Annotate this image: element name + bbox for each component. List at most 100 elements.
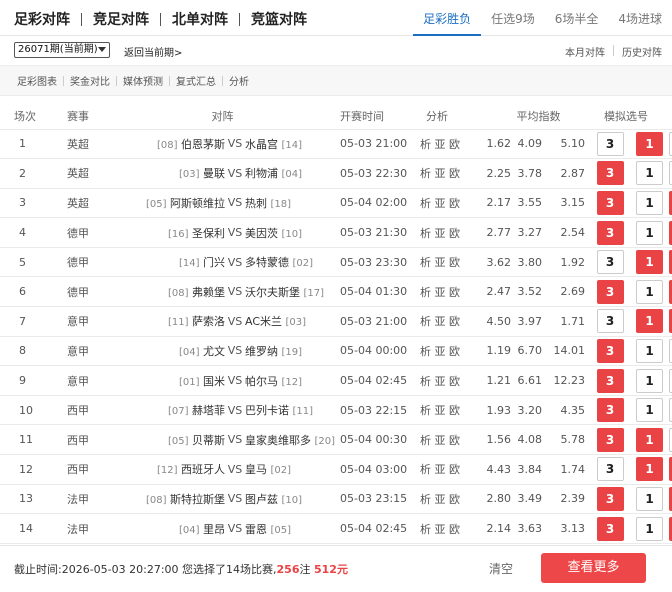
- analysis-links[interactable]: 析 亚 欧: [420, 336, 484, 367]
- pick-button-3[interactable]: 3: [596, 368, 624, 393]
- home-team[interactable]: 国米: [203, 375, 225, 388]
- analysis-links[interactable]: 析 亚 欧: [420, 188, 484, 219]
- pick-button-3[interactable]: 3: [596, 250, 624, 275]
- pick-button-1[interactable]: 1: [636, 457, 664, 482]
- analysis-links[interactable]: 析 亚 欧: [420, 158, 484, 189]
- subnav-multi-summary[interactable]: 复式汇总: [176, 73, 216, 88]
- analysis-links[interactable]: 析 亚 欧: [420, 513, 484, 544]
- pick-button-1[interactable]: 1: [636, 398, 664, 423]
- odds-value: 3.78: [516, 158, 548, 189]
- pick-cell: 3: [590, 247, 631, 278]
- subnav-charts[interactable]: 足彩图表: [17, 73, 57, 88]
- pick-button-3[interactable]: 3: [596, 398, 624, 423]
- pick-button-3[interactable]: 3: [596, 457, 624, 482]
- tab-win-draw-loss[interactable]: 足彩胜负: [413, 0, 482, 36]
- bet-amount: 512元: [314, 563, 348, 576]
- home-team[interactable]: 曼联: [203, 167, 225, 180]
- nav-football-lottery[interactable]: 足彩对阵: [14, 9, 70, 29]
- pick-button-3[interactable]: 3: [596, 161, 624, 186]
- odds-value: 5.10: [547, 129, 591, 160]
- away-team[interactable]: 利物浦: [245, 167, 278, 180]
- analysis-links[interactable]: 析 亚 欧: [420, 306, 484, 337]
- home-team[interactable]: 西班牙人: [181, 463, 225, 476]
- pick-button-1[interactable]: 1: [636, 190, 664, 215]
- pick-button-3[interactable]: 3: [596, 427, 624, 452]
- nav-beidan[interactable]: 北单对阵: [172, 9, 228, 29]
- home-team[interactable]: 弗赖堡: [192, 286, 225, 299]
- pick-button-1[interactable]: 1: [636, 279, 664, 304]
- league-name: 法甲: [67, 484, 117, 515]
- away-team[interactable]: 帕尔马: [245, 375, 278, 388]
- tab-4-goals[interactable]: 4场进球: [608, 0, 672, 36]
- subnav-media-predict[interactable]: 媒体预测: [123, 73, 163, 88]
- pick-button-3[interactable]: 3: [596, 338, 624, 363]
- pick-button-1[interactable]: 1: [636, 161, 664, 186]
- history-matches-link[interactable]: 历史对阵: [622, 44, 662, 59]
- home-team[interactable]: 萨索洛: [192, 315, 225, 328]
- pick-cell: 1: [630, 424, 670, 456]
- away-team[interactable]: 雷恩: [245, 523, 267, 536]
- subnav-analysis[interactable]: 分析: [229, 73, 249, 88]
- home-team[interactable]: 斯特拉斯堡: [170, 493, 225, 506]
- away-team[interactable]: 热刺: [245, 197, 267, 210]
- pick-button-1[interactable]: 1: [636, 309, 664, 334]
- pick-button-1[interactable]: 1: [636, 368, 664, 393]
- analysis-links[interactable]: 析 亚 欧: [420, 424, 484, 456]
- home-team[interactable]: 圣保利: [192, 227, 225, 240]
- pick-button-3[interactable]: 3: [596, 190, 624, 215]
- month-matches-link[interactable]: 本月对阵: [565, 44, 605, 59]
- period-select[interactable]: 26071期(当前期): [14, 42, 110, 58]
- pick-button-3[interactable]: 3: [596, 220, 624, 245]
- away-team[interactable]: 皇马: [245, 463, 267, 476]
- analysis-links[interactable]: 析 亚 欧: [420, 454, 484, 485]
- home-team[interactable]: 贝蒂斯: [192, 434, 225, 447]
- home-team[interactable]: 里昂: [203, 523, 225, 536]
- away-team[interactable]: 沃尔夫斯堡: [245, 286, 300, 299]
- clear-button[interactable]: 清空: [489, 560, 513, 577]
- home-team[interactable]: 阿斯顿维拉: [170, 197, 225, 210]
- analysis-links[interactable]: 析 亚 欧: [420, 129, 484, 160]
- home-team[interactable]: 尤文: [203, 345, 225, 358]
- analysis-links[interactable]: 析 亚 欧: [420, 247, 484, 278]
- kickoff-time: 05-03 21:00: [340, 306, 421, 337]
- pick-button-3[interactable]: 3: [596, 486, 624, 511]
- nav-jinglan[interactable]: 竞篮对阵: [251, 9, 307, 29]
- analysis-links[interactable]: 析 亚 欧: [420, 217, 484, 248]
- back-to-current-link[interactable]: 返回当前期>: [124, 44, 182, 59]
- table-row: 9 意甲 [01] 国米 VS 帕尔马 [12] 05-04 02:45 析 亚 欧 1.21…: [0, 365, 672, 396]
- away-rank: [02]: [292, 258, 314, 270]
- pick-button-3[interactable]: 3: [596, 309, 624, 334]
- analysis-links[interactable]: 析 亚 欧: [420, 365, 484, 396]
- away-team[interactable]: 美因茨: [245, 227, 278, 240]
- away-team[interactable]: 图卢兹: [245, 493, 278, 506]
- away-rank: [20]: [314, 435, 336, 447]
- home-team[interactable]: 赫塔菲: [192, 404, 225, 417]
- pick-button-1[interactable]: 1: [636, 338, 664, 363]
- pick-button-3[interactable]: 3: [596, 516, 624, 541]
- analysis-links[interactable]: 析 亚 欧: [420, 395, 484, 426]
- view-more-button[interactable]: 查看更多: [541, 553, 646, 583]
- pick-button-1[interactable]: 1: [636, 220, 664, 245]
- pick-button-1[interactable]: 1: [636, 516, 664, 541]
- away-team[interactable]: 维罗纳: [245, 345, 278, 358]
- nav-jingzu[interactable]: 竞足对阵: [93, 9, 149, 29]
- away-team[interactable]: 水晶宫: [245, 138, 278, 151]
- away-team[interactable]: 多特蒙德: [245, 256, 289, 269]
- analysis-links[interactable]: 析 亚 欧: [420, 276, 484, 308]
- pick-button-3[interactable]: 3: [596, 279, 624, 304]
- pick-button-1[interactable]: 1: [636, 486, 664, 511]
- pick-button-1[interactable]: 1: [636, 131, 664, 156]
- away-team[interactable]: AC米兰: [245, 315, 282, 328]
- home-team[interactable]: 伯恩茅斯: [181, 138, 225, 151]
- pick-button-1[interactable]: 1: [636, 427, 664, 452]
- subnav-prize-compare[interactable]: 奖金对比: [70, 73, 110, 88]
- away-team[interactable]: 巴列卡诺: [245, 404, 289, 417]
- away-team[interactable]: 皇家奥维耶多: [245, 434, 311, 447]
- analysis-links[interactable]: 析 亚 欧: [420, 484, 484, 515]
- tab-6-half-full[interactable]: 6场半全: [545, 0, 609, 36]
- pick-button-1[interactable]: 1: [636, 250, 664, 275]
- tab-pick-9[interactable]: 任选9场: [481, 0, 545, 36]
- pick-button-3[interactable]: 3: [596, 131, 624, 156]
- footer: 截止时间:2026-05-03 20:27:00 您选择了14场比赛,256注 …: [0, 545, 672, 592]
- home-team[interactable]: 门兴: [203, 256, 225, 269]
